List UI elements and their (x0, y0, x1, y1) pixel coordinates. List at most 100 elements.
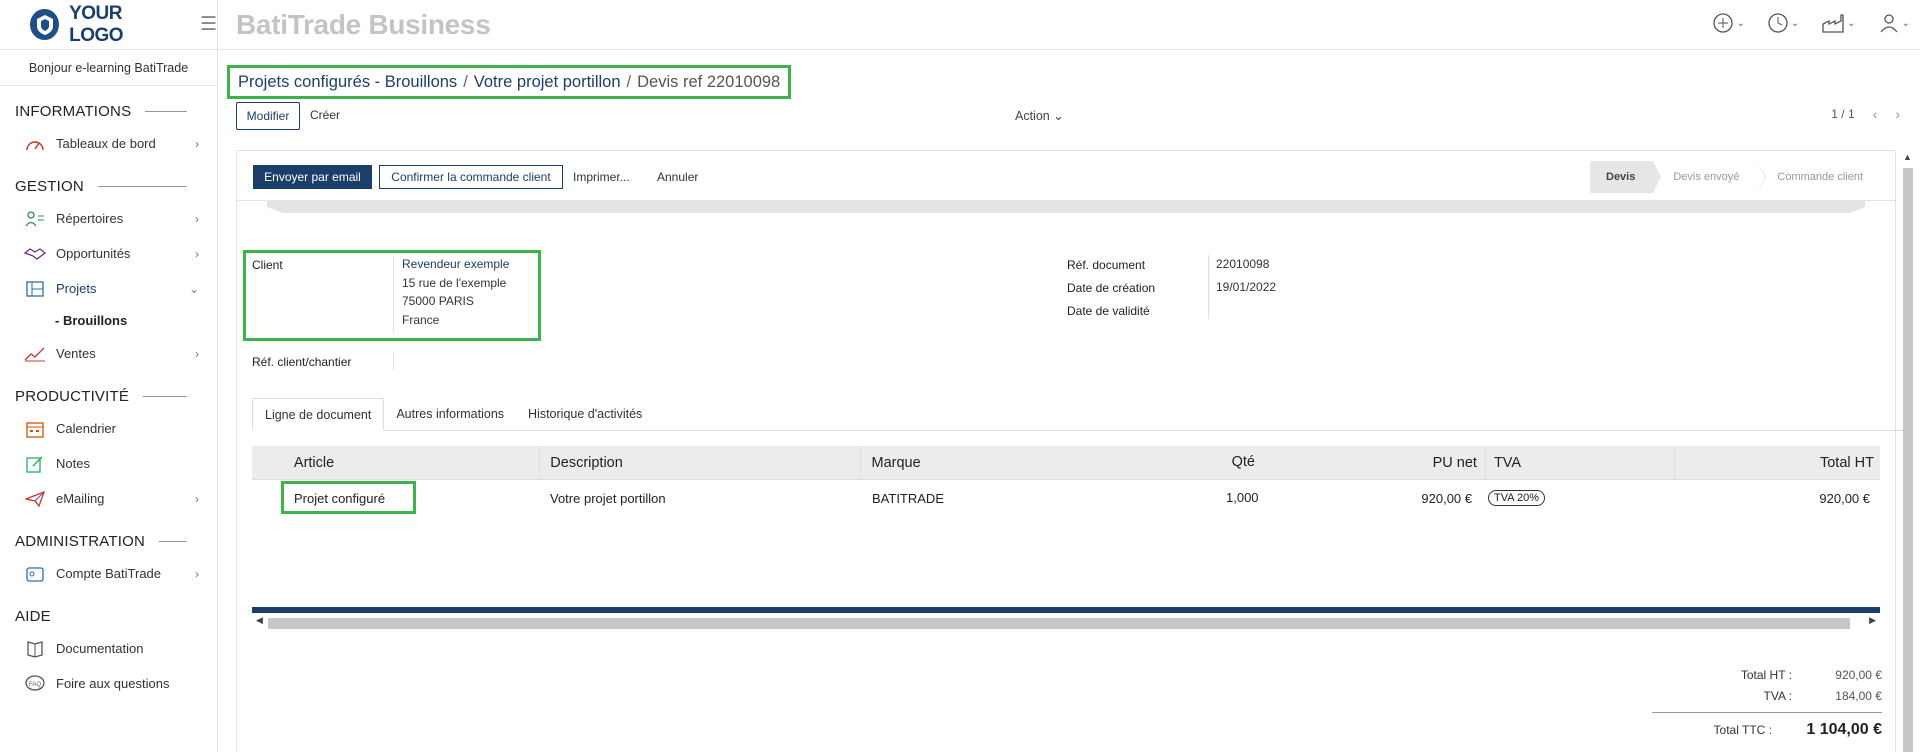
pager-next-icon[interactable]: › (1895, 106, 1900, 122)
logo-icon[interactable] (30, 9, 60, 40)
account-icon (24, 563, 46, 585)
col-total[interactable]: Total HT (1674, 446, 1880, 479)
action-dropdown[interactable]: Action ⌄ (1015, 108, 1064, 123)
chevron-right-icon: › (195, 211, 199, 226)
ref-client-label: Réf. client/chantier (252, 355, 352, 369)
scroll-right-icon[interactable]: ▶ (1869, 615, 1876, 626)
sidebar-item-label: Opportunités (56, 246, 131, 261)
clock-icon[interactable]: ⌄ (1767, 12, 1799, 34)
stage-devis[interactable]: Devis (1590, 161, 1662, 193)
stage-label: Devis envoyé (1673, 171, 1740, 183)
add-circle-icon[interactable]: ⌄ (1712, 12, 1745, 34)
sidebar-item-ventes[interactable]: Ventes › (0, 336, 217, 371)
logo-text[interactable]: YOUR LOGO (69, 3, 174, 47)
section-title: ADMINISTRATION (15, 532, 146, 550)
vertical-scrollbar[interactable]: ▲ (1902, 152, 1914, 752)
col-marque[interactable]: Marque (860, 446, 1223, 479)
hamburger-menu-icon[interactable]: ☰ (200, 13, 217, 36)
chevron-right-icon: › (195, 566, 199, 581)
status-bar: Envoyer par email Confirmer la commande … (237, 151, 1895, 201)
ref-doc-label: Réf. document (1067, 258, 1146, 272)
scroll-thumb[interactable] (1903, 168, 1913, 752)
client-city: 75000 PARIS (402, 294, 474, 308)
send-email-button[interactable]: Envoyer par email (253, 165, 372, 189)
tab-autres-informations[interactable]: Autres informations (384, 398, 516, 431)
cancel-button[interactable]: Annuler (657, 165, 698, 189)
faq-icon: FAQ (24, 673, 46, 695)
pager-prev-icon[interactable]: ‹ (1873, 106, 1878, 122)
user-icon[interactable]: ⌄ (1878, 12, 1910, 34)
pager-value: 1 / 1 (1831, 107, 1855, 121)
section-title: PRODUCTIVITÉ (15, 387, 130, 405)
paper-plane-icon (24, 488, 46, 510)
sidebar-item-projets[interactable]: Projets ⌄ (0, 271, 217, 306)
table-row[interactable]: Projet configuré Votre projet portillon … (252, 480, 1880, 516)
col-tva[interactable]: TVA (1484, 446, 1675, 479)
chart-line-icon (24, 343, 46, 365)
sidebar-item-label: Documentation (56, 641, 144, 656)
order-lines-table: Article Description Marque Qté PU net TV… (252, 446, 1880, 616)
section-title: INFORMATIONS (15, 102, 132, 120)
stage-label: Devis (1606, 171, 1636, 183)
factory-icon[interactable]: ⌄ (1821, 12, 1856, 34)
sidebar-item-opportunites[interactable]: Opportunités › (0, 236, 217, 271)
sidebar-item-compte-batitrade[interactable]: Compte BatiTrade › (0, 556, 217, 591)
section-gestion: GESTION (0, 171, 217, 201)
client-address: Revendeur exemple 15 rue de l'exemple 75… (402, 255, 509, 329)
tab-ligne-de-document[interactable]: Ligne de document (252, 398, 385, 431)
tva-row: TVA : 184,00 € (1652, 685, 1882, 706)
cell-pu: 920,00 € (1421, 490, 1472, 506)
scroll-left-icon[interactable]: ◀ (256, 615, 263, 626)
horizontal-scrollbar[interactable]: ◀ ▶ (252, 615, 1880, 631)
sidebar-item-label: Notes (56, 456, 90, 471)
chevron-right-icon: › (195, 246, 199, 261)
stage-label: Commande client (1777, 171, 1863, 183)
edit-button[interactable]: Modifier (236, 102, 300, 130)
scroll-up-icon[interactable]: ▲ (1903, 152, 1912, 162)
total-ttc-value: 1 104,00 € (1806, 720, 1882, 738)
col-article[interactable]: Article (286, 455, 539, 471)
book-icon (24, 638, 46, 660)
chevron-down-icon: ⌄ (1053, 109, 1064, 123)
create-button[interactable]: Créer (310, 102, 340, 128)
cell-marque: BATITRADE (872, 490, 944, 506)
stage-devis-envoye[interactable]: Devis envoyé (1653, 161, 1767, 193)
sidebar-item-calendrier[interactable]: Calendrier (0, 411, 217, 446)
blueprint-icon (24, 278, 46, 300)
col-pu[interactable]: PU net (1232, 446, 1485, 479)
dashboard-icon (24, 133, 46, 155)
client-street: 15 rue de l'exemple (402, 275, 507, 290)
total-ht-label: Total HT : (1740, 667, 1792, 682)
client-name-link[interactable]: Revendeur exemple (402, 255, 509, 274)
ref-client-field[interactable] (393, 352, 394, 370)
sidebar-item-tableaux-de-bord[interactable]: Tableaux de bord › (0, 126, 217, 161)
stage-commande-client[interactable]: Commande client (1757, 161, 1881, 193)
sidebar-item-documentation[interactable]: Documentation (0, 631, 217, 666)
section-administration: ADMINISTRATION (0, 526, 217, 556)
section-title: AIDE (15, 607, 51, 625)
sidebar-item-emailing[interactable]: eMailing › (0, 481, 217, 516)
sidebar-item-label: eMailing (56, 491, 105, 506)
col-description[interactable]: Description (539, 446, 860, 479)
client-label: Client (252, 258, 283, 272)
breadcrumb-link-projet[interactable]: Votre projet portillon (474, 73, 621, 92)
print-button[interactable]: Imprimer... (573, 165, 630, 189)
confirm-order-button[interactable]: Confirmer la commande client (379, 165, 563, 189)
sidebar-subitem-brouillons[interactable]: - Brouillons (0, 306, 217, 336)
handshake-icon (24, 243, 46, 265)
sidebar-item-faq[interactable]: FAQ Foire aux questions (0, 666, 217, 701)
total-ttc-label: Total TTC : (1713, 722, 1772, 737)
section-divider (159, 540, 187, 542)
scroll-thumb[interactable] (268, 618, 1850, 629)
cell-tva: TVA 20% (1480, 480, 1670, 516)
breadcrumb-link-projets[interactable]: Projets configurés - Brouillons (238, 73, 457, 92)
svg-text:FAQ: FAQ (29, 682, 41, 688)
created-value[interactable]: 19/01/2022 (1216, 278, 1276, 297)
tab-historique[interactable]: Historique d'activités (516, 398, 654, 431)
sidebar: YOUR LOGO ☰ Bonjour e-learning BatiTrade… (0, 0, 218, 752)
col-qte-label: Qté (1231, 453, 1255, 470)
sidebar-item-repertoires[interactable]: Répertoires › (0, 201, 217, 236)
sidebar-item-notes[interactable]: Notes (0, 446, 217, 481)
sidebar-item-label: Tableaux de bord (56, 136, 156, 151)
tva-value: 184,00 € (1835, 688, 1882, 703)
